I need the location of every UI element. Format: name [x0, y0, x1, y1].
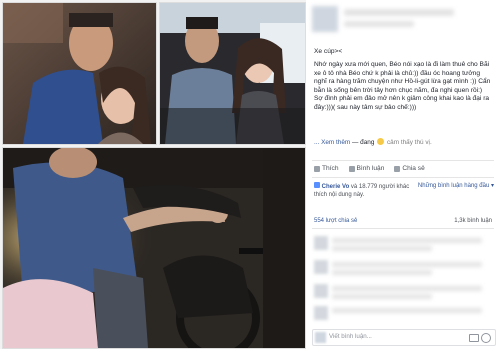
share-label: Chia sẻ	[402, 165, 425, 172]
commenter-avatar[interactable]	[314, 260, 328, 274]
author-name-blurred[interactable]	[344, 9, 454, 16]
feeling-prefix: — đang	[352, 139, 375, 147]
comment-label: Bình luận	[356, 165, 385, 172]
reaction-summary: Cherie Vo và 18.779 người khác thích nội…	[314, 182, 414, 199]
commenter-avatar[interactable]	[314, 236, 328, 250]
comment-item	[314, 284, 492, 304]
comment-button[interactable]: Bình luận	[348, 165, 385, 172]
divider	[312, 228, 494, 229]
comment-text-blurred	[332, 286, 482, 291]
post-photo-3[interactable]	[2, 147, 306, 349]
comment-text-blurred	[332, 308, 482, 313]
smile-emoji-icon	[377, 138, 385, 145]
share-button[interactable]: Chia sẻ	[394, 165, 425, 172]
divider	[312, 160, 494, 161]
comment-count[interactable]: 1,3k bình luận	[454, 218, 492, 224]
emoji-icon[interactable]	[481, 333, 491, 343]
share-icon	[394, 165, 401, 172]
like-reaction-icon	[314, 182, 320, 188]
like-button[interactable]: Thích	[314, 165, 339, 172]
post-feeling-line: ... Xem thêm — đang cảm thấy thú vị.	[314, 138, 432, 147]
comment-icon	[348, 165, 355, 172]
comment-input-placeholder[interactable]: Viết bình luận...	[329, 333, 372, 340]
post-panel: Xe cúp>< Nhớ ngày xưa mới quen, Béo nói …	[306, 0, 500, 349]
commenter-avatar[interactable]	[314, 284, 328, 298]
comment-text-blurred	[332, 238, 482, 243]
post-text-paragraph: Nhớ ngày xưa mới quen, Béo nói xạo là đi…	[314, 61, 491, 94]
post-timestamp-blurred	[344, 21, 414, 27]
post-action-bar: Thích Bình luận Chia sẻ	[314, 165, 425, 172]
comment-text-blurred	[332, 246, 432, 251]
post-text-paragraph-2: Sợ đình phải em đảo mở nên k giảm công k…	[314, 95, 490, 111]
share-count[interactable]: 554 lượt chia sẻ	[314, 218, 357, 224]
see-more-link[interactable]: ... Xem thêm	[314, 139, 350, 146]
viewer-avatar	[315, 332, 326, 343]
comment-text-blurred	[332, 262, 482, 267]
feeling-text: cảm thấy thú vị.	[386, 139, 432, 147]
comment-text-blurred	[332, 270, 432, 275]
post-photo-1[interactable]	[2, 2, 157, 145]
reactor-name-link[interactable]: Cherie Vo	[322, 184, 350, 190]
comment-text-blurred	[332, 294, 432, 299]
comment-composer[interactable]: Viết bình luận...	[312, 329, 496, 346]
camera-icon[interactable]	[469, 334, 479, 342]
commenter-avatar[interactable]	[314, 306, 328, 320]
post-text-body: Nhớ ngày xưa mới quen, Béo nói xạo là đi…	[314, 61, 492, 113]
photo-collage	[0, 0, 306, 349]
screenshot: Xe cúp>< Nhớ ngày xưa mới quen, Béo nói …	[0, 0, 500, 349]
comment-item	[314, 236, 492, 256]
comment-item	[314, 306, 492, 326]
post-text-line-1: Xe cúp><	[314, 48, 343, 55]
author-avatar[interactable]	[312, 6, 338, 32]
thumbs-up-icon	[314, 165, 320, 172]
like-label: Thích	[322, 165, 339, 172]
post-header	[312, 6, 494, 34]
post-photo-2[interactable]	[159, 2, 306, 145]
comment-item	[314, 260, 492, 280]
comment-sort-dropdown[interactable]: Những bình luận hàng đầu ▾	[414, 182, 494, 189]
divider	[312, 177, 494, 178]
